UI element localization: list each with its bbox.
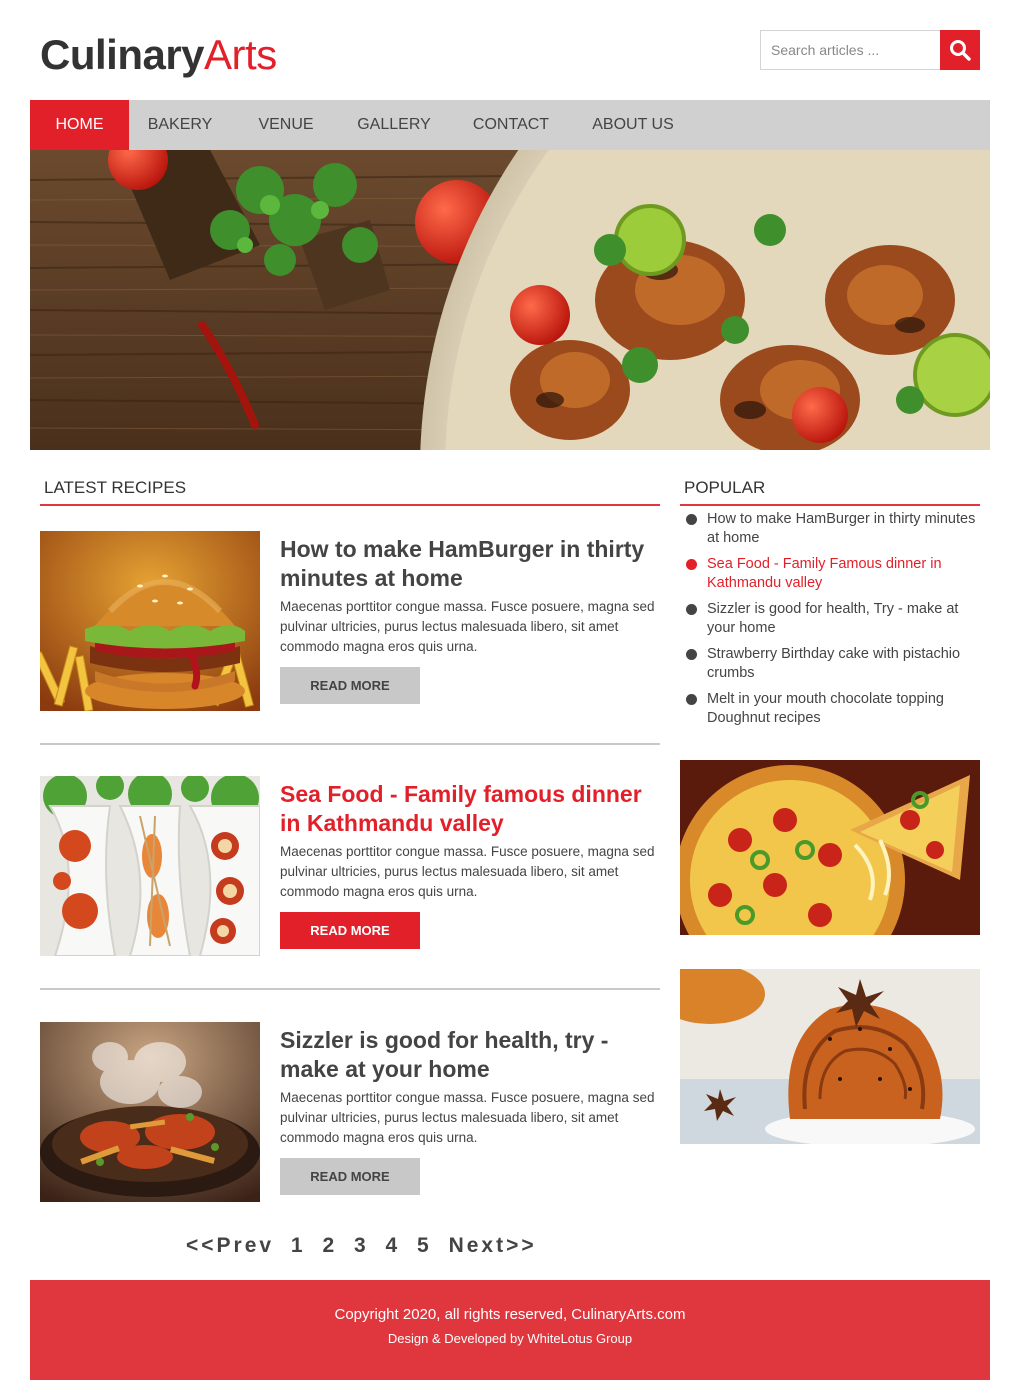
logo-part-2: Arts	[204, 31, 277, 78]
search-box	[760, 30, 980, 70]
hamburger-image[interactable]	[40, 531, 260, 711]
logo-part-1: Culinary	[40, 31, 205, 78]
popular-item-label: Sizzler is good for health, Try - make a…	[707, 601, 959, 636]
nav-contact[interactable]: CONTACT	[447, 100, 575, 150]
popular-item-label: Melt in your mouth chocolate topping Dou…	[707, 691, 944, 726]
page-link-1[interactable]: 1	[291, 1234, 306, 1258]
nav-home[interactable]: HOME	[30, 100, 129, 150]
bullet-icon	[686, 514, 697, 525]
popular-item[interactable]: Strawberry Birthday cake with pistachio …	[686, 645, 980, 683]
popular-item-label: Strawberry Birthday cake with pistachio …	[707, 646, 961, 681]
next-page-link[interactable]: Next>>	[449, 1234, 537, 1258]
divider	[40, 743, 660, 745]
seafood-image[interactable]	[40, 776, 260, 956]
recipe-card: Sizzler is good for health, try - make a…	[40, 1022, 660, 1202]
prev-page-link[interactable]: <<Prev	[186, 1234, 274, 1258]
popular-item[interactable]: Sizzler is good for health, Try - make a…	[686, 600, 980, 638]
bullet-icon	[686, 694, 697, 705]
bullet-icon	[686, 559, 697, 570]
main-nav: HOME BAKERY VENUE GALLERY CONTACT ABOUT …	[30, 100, 990, 150]
popular-item-label: How to make HamBurger in thirty minutes …	[707, 511, 976, 546]
footer-credit: Design & Developed by WhiteLotus Group	[387, 1331, 633, 1346]
page-link-2[interactable]: 2	[322, 1234, 337, 1258]
latest-recipes-heading: LATEST RECIPES	[40, 476, 660, 506]
search-icon	[950, 40, 971, 61]
page-link-3[interactable]: 3	[354, 1234, 369, 1258]
bullet-icon	[686, 649, 697, 660]
search-button[interactable]	[940, 30, 980, 70]
popular-item[interactable]: Sea Food - Family Famous dinner in Kathm…	[686, 555, 980, 593]
recipe-card: Sea Food - Family famous dinner in Kathm…	[40, 776, 660, 956]
nav-gallery[interactable]: GALLERY	[341, 100, 447, 150]
nav-about-us[interactable]: ABOUT US	[575, 100, 691, 150]
divider	[40, 988, 660, 990]
footer-copyright: Copyright 2020, all rights reserved, Cul…	[334, 1306, 686, 1323]
pagination: <<Prev 1 2 3 4 5 Next>>	[186, 1234, 545, 1260]
recipe-title[interactable]: Sea Food - Family famous dinner in Kathm…	[280, 780, 660, 838]
popular-item[interactable]: Melt in your mouth chocolate topping Dou…	[686, 690, 980, 728]
page-link-5[interactable]: 5	[417, 1234, 432, 1258]
popular-list: How to make HamBurger in thirty minutes …	[686, 510, 980, 735]
header: CulinaryArts	[0, 0, 1020, 100]
site-logo[interactable]: CulinaryArts	[40, 30, 277, 80]
read-more-button[interactable]: READ MORE	[280, 912, 420, 949]
nav-bakery[interactable]: BAKERY	[129, 100, 231, 150]
recipe-description: Maecenas porttitor congue massa. Fusce p…	[280, 1090, 655, 1145]
popular-heading: POPULAR	[680, 476, 980, 506]
hero-banner-image	[30, 150, 990, 450]
popular-item[interactable]: How to make HamBurger in thirty minutes …	[686, 510, 980, 548]
recipe-description: Maecenas porttitor congue massa. Fusce p…	[280, 599, 655, 654]
page-link-4[interactable]: 4	[386, 1234, 401, 1258]
recipe-card: How to make HamBurger in thirty minutes …	[40, 531, 660, 711]
read-more-button[interactable]: READ MORE	[280, 1158, 420, 1195]
footer: Copyright 2020, all rights reserved, Cul…	[30, 1280, 990, 1380]
read-more-button[interactable]: READ MORE	[280, 667, 420, 704]
recipe-title[interactable]: Sizzler is good for health, try - make a…	[280, 1026, 660, 1084]
bullet-icon	[686, 604, 697, 615]
recipe-title[interactable]: How to make HamBurger in thirty minutes …	[280, 535, 660, 593]
recipe-description: Maecenas porttitor congue massa. Fusce p…	[280, 844, 655, 899]
nav-venue[interactable]: VENUE	[231, 100, 341, 150]
popular-item-label: Sea Food - Family Famous dinner in Kathm…	[707, 556, 942, 591]
cinnamon-bun-image[interactable]	[680, 969, 980, 1144]
sizzler-image[interactable]	[40, 1022, 260, 1202]
search-input[interactable]	[760, 30, 940, 70]
pizza-image[interactable]	[680, 760, 980, 935]
